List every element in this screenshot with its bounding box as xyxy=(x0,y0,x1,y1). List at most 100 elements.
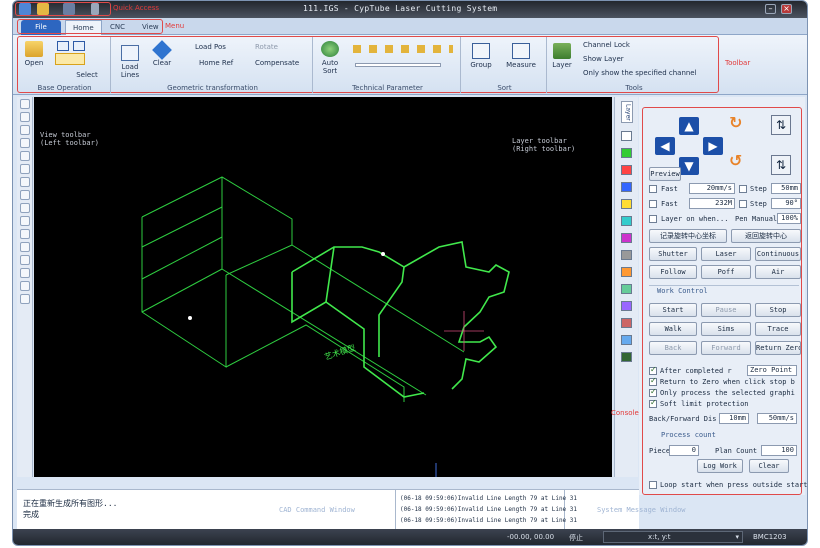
rotate-cw-icon[interactable]: ↻ xyxy=(729,113,742,132)
follow-button[interactable]: Follow xyxy=(649,265,697,279)
continuous-select[interactable]: Continuous xyxy=(755,247,801,261)
view-tool-button[interactable] xyxy=(19,281,30,291)
system-message-list[interactable]: (06-18 09:59:06)Invalid Line Length 79 a… xyxy=(395,490,577,530)
sort-tools-icons[interactable] xyxy=(353,45,453,53)
left-arrow-button[interactable]: ◀ xyxy=(655,137,675,155)
layer-color-swatch[interactable] xyxy=(621,216,632,226)
channel-lock-button[interactable]: Channel Lock xyxy=(583,41,630,49)
view-tool-button[interactable] xyxy=(19,112,30,122)
clear-button[interactable]: Clear xyxy=(149,40,175,67)
layer-color-swatch[interactable] xyxy=(621,131,632,141)
plan-count-field[interactable]: 100 xyxy=(761,445,797,456)
fast-speed-select[interactable]: 20mm/s xyxy=(689,183,735,194)
dis-select[interactable]: 10mm xyxy=(719,413,749,424)
layer-color-swatch[interactable] xyxy=(621,182,632,192)
show-layer-button[interactable]: Show Layer xyxy=(583,55,624,63)
view-tool-button[interactable] xyxy=(19,229,30,239)
layer-color-swatch[interactable] xyxy=(621,233,632,243)
piece-field[interactable]: 0 xyxy=(669,445,699,456)
layer-color-swatch[interactable] xyxy=(621,352,632,362)
view-tool-button[interactable] xyxy=(19,255,30,265)
layer-color-swatch[interactable] xyxy=(621,284,632,294)
layer-color-swatch[interactable] xyxy=(621,335,632,345)
layout-icon[interactable] xyxy=(55,53,85,65)
poff-button[interactable]: Poff xyxy=(701,265,751,279)
down-arrow-button[interactable]: ▼ xyxy=(679,157,699,175)
soft-limit-checkbox[interactable] xyxy=(649,398,657,408)
view-tool-button[interactable] xyxy=(19,294,30,304)
drawing-canvas[interactable]: View toolbar (Left toolbar) Layer toolba… xyxy=(34,97,612,477)
view-tool-button[interactable] xyxy=(19,151,30,161)
layer-color-swatch[interactable] xyxy=(621,165,632,175)
view-tool-button[interactable] xyxy=(19,177,30,187)
view-tool-button[interactable] xyxy=(19,138,30,148)
coord-mode-select[interactable]: x:t, y:t ▾ xyxy=(603,531,743,543)
layer-color-swatch[interactable] xyxy=(621,250,632,260)
walk-button[interactable]: Walk xyxy=(649,322,697,336)
close-button[interactable]: × xyxy=(781,4,792,14)
load-pos-button[interactable]: Load Pos xyxy=(195,43,226,51)
dis-speed-select[interactable]: 50mm/s xyxy=(757,413,797,424)
layer-color-swatch[interactable] xyxy=(621,267,632,277)
step-angle-select[interactable]: 90° xyxy=(771,198,801,209)
window-icon[interactable] xyxy=(73,41,85,51)
compensate-button[interactable]: Compensate xyxy=(255,59,299,67)
fast-checkbox-2[interactable] xyxy=(649,200,657,208)
view-tool-button[interactable] xyxy=(19,242,30,252)
loop-start-checkbox[interactable] xyxy=(649,481,657,489)
fast-checkbox[interactable] xyxy=(649,185,657,193)
axis-down-button[interactable]: ⇅ xyxy=(771,155,791,175)
log-work-button[interactable]: Log Work xyxy=(697,459,743,473)
record-rotation-center-button[interactable]: 记录旋转中心坐标 xyxy=(649,229,727,243)
zero-point-select[interactable]: Zero Point xyxy=(747,365,797,376)
pen-percent-select[interactable]: 100% xyxy=(777,213,801,224)
view-tool-button[interactable] xyxy=(19,190,30,200)
grid-icon[interactable] xyxy=(57,41,69,51)
select-button[interactable]: Select xyxy=(67,71,107,79)
layer-color-swatch[interactable] xyxy=(621,318,632,328)
view-tool-button[interactable] xyxy=(19,99,30,109)
minimize-button[interactable]: – xyxy=(765,4,776,14)
air-select[interactable]: Air xyxy=(755,265,801,279)
start-button[interactable]: Start xyxy=(649,303,697,317)
only-process-checkbox[interactable] xyxy=(649,387,657,397)
shutter-button[interactable]: Shutter xyxy=(649,247,697,261)
view-tool-button[interactable] xyxy=(19,268,30,278)
view-tool-button[interactable] xyxy=(19,125,30,135)
view-tool-button[interactable] xyxy=(19,203,30,213)
up-arrow-button[interactable]: ▲ xyxy=(679,117,699,135)
return-rotation-center-button[interactable]: 返回旋转中心 xyxy=(731,229,801,243)
load-lines-button[interactable]: Load Lines xyxy=(117,45,143,79)
open-button[interactable]: Open xyxy=(21,41,47,67)
measure-button[interactable]: Measure xyxy=(501,43,541,69)
step-select[interactable]: 50mm xyxy=(771,183,801,194)
rotate-button[interactable]: Rotate xyxy=(255,43,278,51)
clear-count-button[interactable]: Clear xyxy=(749,459,789,473)
layer-color-swatch[interactable] xyxy=(621,199,632,209)
stop-button[interactable]: Stop xyxy=(755,303,801,317)
rotate-ccw-icon[interactable]: ↺ xyxy=(729,151,742,170)
after-completed-checkbox[interactable] xyxy=(649,365,657,375)
fast-select-2[interactable]: 232M xyxy=(689,198,735,209)
auto-sort-button[interactable]: Auto Sort xyxy=(317,41,343,75)
back-button[interactable]: Back xyxy=(649,341,697,355)
forward-button[interactable]: Forward xyxy=(701,341,751,355)
view-tool-button[interactable] xyxy=(19,216,30,226)
right-arrow-button[interactable]: ▶ xyxy=(703,137,723,155)
step-checkbox-2[interactable] xyxy=(739,200,747,208)
layer-color-swatch[interactable] xyxy=(621,301,632,311)
return-to-zero-checkbox[interactable] xyxy=(649,376,657,386)
pause-button[interactable]: Pause xyxy=(701,303,751,317)
laser-button[interactable]: Laser xyxy=(701,247,751,261)
home-ref-button[interactable]: Home Ref xyxy=(199,59,233,67)
axis-up-button[interactable]: ⇅ xyxy=(771,115,791,135)
sort-slider[interactable] xyxy=(355,63,441,67)
layer-on-when-checkbox[interactable] xyxy=(649,215,657,223)
sims-button[interactable]: Sims xyxy=(701,322,751,336)
only-show-channel-button[interactable]: Only show the specified channel xyxy=(583,69,697,77)
group-button[interactable]: Group xyxy=(465,43,497,69)
layer-button[interactable]: Layer xyxy=(549,43,575,69)
return-zero-button[interactable]: Return Zero xyxy=(755,341,801,355)
step-checkbox[interactable] xyxy=(739,185,747,193)
layer-color-swatch[interactable] xyxy=(621,148,632,158)
